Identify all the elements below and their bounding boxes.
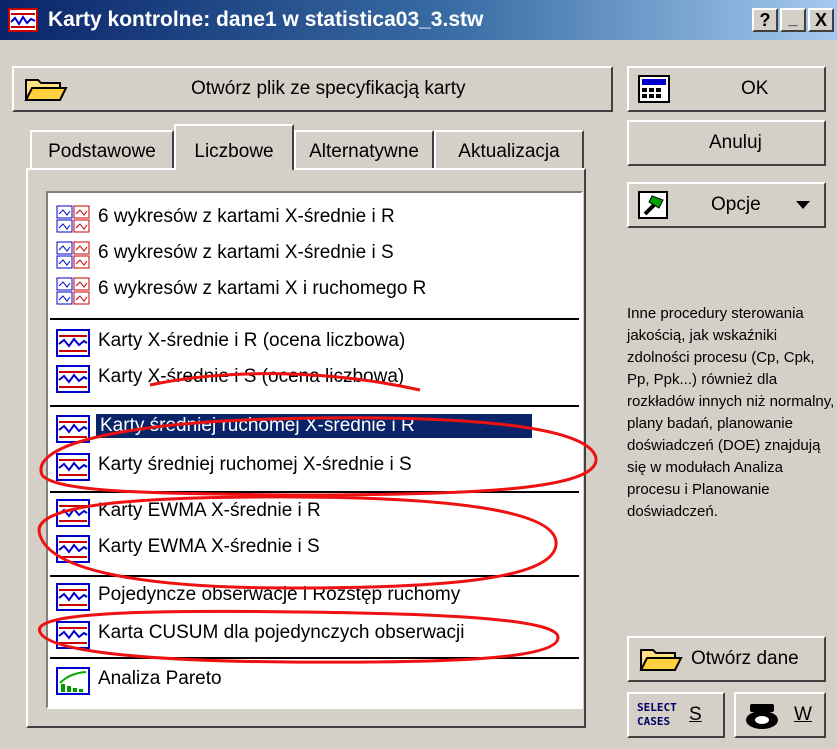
list-item[interactable]: Analiza Pareto <box>56 663 576 699</box>
list-item-label: Karty EWMA X-średnie i R <box>98 500 321 521</box>
select-cases-icon: SELECT CASES <box>637 701 677 728</box>
minimize-button[interactable]: _ <box>780 8 806 32</box>
folder-open-icon <box>24 79 68 101</box>
title-bar[interactable]: Karty kontrolne: dane1 w statistica03_3.… <box>0 0 837 40</box>
list-item[interactable]: Karty EWMA X-średnie i S <box>56 531 576 567</box>
list-item-label: Analiza Pareto <box>98 668 222 689</box>
pareto-chart-icon <box>56 667 90 695</box>
help-button[interactable]: ? <box>752 8 778 32</box>
control-chart-icon <box>56 415 90 443</box>
control-chart-icon <box>56 499 90 527</box>
list-item-label: 6 wykresów z kartami X i ruchomego R <box>98 278 427 299</box>
select-cases-label: S <box>689 704 702 725</box>
ok-label: OK <box>741 78 769 99</box>
cancel-label: Anuluj <box>709 132 762 153</box>
ok-button[interactable]: OK <box>627 66 826 112</box>
list-item-label: Karty średniej ruchomej X-średnie i R <box>96 414 532 438</box>
control-chart-icon <box>56 329 90 357</box>
list-separator <box>50 491 579 493</box>
list-item-label: Karty średniej ruchomej X-średnie i S <box>98 454 412 475</box>
cancel-button[interactable]: Anuluj <box>627 120 826 166</box>
list-item[interactable]: Karty EWMA X-średnie i R <box>56 495 576 531</box>
open-specification-button[interactable]: Otwórz plik ze specyfikacją karty <box>12 66 613 112</box>
list-item-label: Karty X-średnie i S (ocena liczbowa) <box>98 366 405 387</box>
list-item-label: 6 wykresów z kartami X-średnie i S <box>98 242 394 263</box>
list-item-selected[interactable]: Karty średniej ruchomej X-średnie i R <box>56 411 576 447</box>
list-item[interactable]: Pojedyncze obserwacje i Rozstęp ruchomy <box>56 579 576 615</box>
dropdown-arrow-icon <box>796 201 810 209</box>
calculator-icon <box>638 75 670 103</box>
weight-label: W <box>794 704 812 725</box>
control-chart-icon <box>56 365 90 393</box>
multi-chart-icon <box>56 241 90 269</box>
open-specification-label: Otwórz plik ze specyfikacją karty <box>191 78 466 99</box>
window-title: Karty kontrolne: dane1 w statistica03_3.… <box>48 8 484 31</box>
hammer-icon <box>638 191 668 219</box>
tab-aktualizacja[interactable]: Aktualizacja <box>434 130 584 168</box>
control-chart-icon <box>56 535 90 563</box>
description-text: Inne procedury sterowania jakością, jak … <box>627 305 835 520</box>
chart-type-list[interactable]: 6 wykresów z kartami X-średnie i R 6 wyk… <box>46 191 583 709</box>
multi-chart-icon <box>56 205 90 233</box>
list-separator <box>50 657 579 659</box>
folder-open-icon <box>639 649 683 671</box>
list-item-label: 6 wykresów z kartami X-średnie i R <box>98 206 395 227</box>
list-separator <box>50 318 579 320</box>
close-button[interactable]: X <box>808 8 834 32</box>
control-chart-app-icon <box>8 8 38 32</box>
list-item-label: Karta CUSUM dla pojedynczych obserwacji <box>98 622 465 643</box>
list-item[interactable]: Karty X-średnie i S (ocena liczbowa) <box>56 361 576 397</box>
tab-podstawowe[interactable]: Podstawowe <box>30 130 174 168</box>
control-chart-icon <box>56 453 90 481</box>
control-chart-icon <box>56 583 90 611</box>
open-data-button[interactable]: Otwórz dane <box>627 636 826 682</box>
list-item-label: Pojedyncze obserwacje i Rozstęp ruchomy <box>98 584 461 605</box>
weight-icon <box>746 704 778 729</box>
tab-liczbowe[interactable]: Liczbowe <box>174 124 294 170</box>
list-separator <box>50 405 579 407</box>
control-chart-icon <box>56 621 90 649</box>
list-item[interactable]: 6 wykresów z kartami X-średnie i S <box>56 237 576 273</box>
options-button[interactable]: Opcje <box>627 182 826 228</box>
multi-chart-icon <box>56 277 90 305</box>
list-item[interactable]: 6 wykresów z kartami X-średnie i R <box>56 201 576 237</box>
tab-alternatywne[interactable]: Alternatywne <box>294 130 434 168</box>
list-item[interactable]: Karta CUSUM dla pojedynczych obserwacji <box>56 617 576 653</box>
options-label: Opcje <box>711 194 761 215</box>
list-item[interactable]: Karty średniej ruchomej X-średnie i S <box>56 449 576 485</box>
open-data-label: Otwórz dane <box>691 648 799 669</box>
list-separator <box>50 575 579 577</box>
select-cases-button[interactable]: SELECT CASES S <box>627 692 725 738</box>
list-item-label: Karty EWMA X-średnie i S <box>98 536 320 557</box>
weight-button[interactable]: W <box>734 692 826 738</box>
list-item[interactable]: Karty X-średnie i R (ocena liczbowa) <box>56 325 576 361</box>
list-item[interactable]: 6 wykresów z kartami X i ruchomego R <box>56 273 576 309</box>
list-item-label: Karty X-średnie i R (ocena liczbowa) <box>98 330 406 351</box>
